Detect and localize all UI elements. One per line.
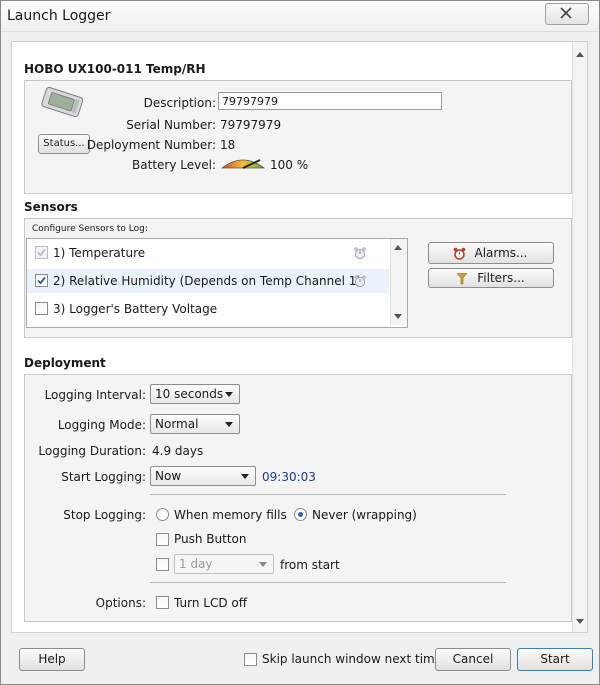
sensor-checkbox-battery-voltage[interactable]: [35, 302, 48, 315]
options-label: Options:: [95, 596, 146, 610]
close-button[interactable]: [545, 3, 589, 25]
divider: [150, 582, 506, 583]
stop-after-duration-checkbox[interactable]: [156, 558, 169, 571]
serial-number-value: 79797979: [220, 118, 282, 132]
window-title: Launch Logger: [7, 8, 111, 24]
list-item[interactable]: 1) Temperature: [27, 241, 389, 265]
battery-level-label: Battery Level:: [132, 158, 216, 172]
deployment-box: [24, 374, 572, 622]
launch-logger-window: Launch Logger HOBO UX100-011 Temp/RH Sta…: [0, 0, 600, 685]
sensor-label: 3) Logger's Battery Voltage: [53, 302, 218, 316]
sensor-label: 2) Relative Humidity (Depends on Temp Ch…: [53, 274, 362, 288]
configure-sensors-label: Configure Sensors to Log:: [32, 224, 148, 234]
alarm-bell-icon: [354, 247, 366, 260]
filters-button[interactable]: Filters...: [428, 268, 554, 288]
chevron-down-icon: [241, 474, 249, 479]
alarm-bell-icon: [354, 275, 366, 288]
scroll-down-icon[interactable]: [394, 314, 402, 319]
skip-launch-window-checkbox[interactable]: [244, 653, 257, 666]
description-label: Description:: [143, 96, 216, 110]
alarm-clock-icon: [453, 247, 466, 260]
device-name: HOBO UX100-011 Temp/RH: [24, 62, 206, 76]
sensor-list-scrollbar[interactable]: [390, 239, 407, 325]
title-bar: Launch Logger: [1, 1, 599, 32]
main-scrollbar[interactable]: [572, 42, 587, 632]
stop-never-wrapping-label: Never (wrapping): [312, 508, 417, 522]
stop-duration-select: 1 day: [174, 554, 274, 574]
logging-mode-select[interactable]: Normal: [150, 414, 240, 434]
scroll-up-icon[interactable]: [576, 52, 584, 57]
list-item[interactable]: 2) Relative Humidity (Depends on Temp Ch…: [27, 269, 389, 293]
start-time-value: 09:30:03: [262, 470, 316, 484]
close-icon: [560, 7, 572, 19]
deployment-number-value: 18: [220, 138, 236, 152]
stop-never-wrapping-radio[interactable]: [294, 508, 307, 521]
stop-duration-value: 1 day: [179, 557, 213, 571]
filters-button-label: Filters...: [477, 271, 525, 285]
logging-duration-value: 4.9 days: [152, 444, 204, 458]
sensor-checkbox-temperature: [35, 246, 48, 259]
start-logging-label: Start Logging:: [61, 470, 146, 484]
alarms-button[interactable]: Alarms...: [428, 242, 554, 264]
turn-lcd-off-label: Turn LCD off: [174, 596, 247, 610]
description-field[interactable]: [218, 92, 442, 110]
logger-device-icon: [41, 86, 84, 118]
chevron-down-icon: [225, 422, 233, 427]
skip-launch-window-label: Skip launch window next time: [262, 652, 443, 666]
logging-mode-value: Normal: [155, 417, 199, 431]
start-button[interactable]: Start: [517, 648, 593, 671]
stop-when-memory-fills-radio[interactable]: [156, 508, 169, 521]
chevron-down-icon: [225, 392, 233, 397]
start-logging-value: Now: [155, 469, 182, 483]
logging-interval-select[interactable]: 10 seconds: [150, 384, 240, 404]
battery-level-value: 100 %: [270, 158, 309, 172]
alarms-button-label: Alarms...: [474, 246, 528, 260]
filter-funnel-icon: [457, 273, 467, 285]
push-button-checkbox[interactable]: [156, 533, 169, 546]
logging-mode-label: Logging Mode:: [57, 418, 146, 432]
logging-interval-value: 10 seconds: [155, 387, 224, 401]
logging-interval-label: Logging Interval:: [44, 388, 146, 402]
start-logging-select[interactable]: Now: [150, 466, 256, 486]
sensors-section-title: Sensors: [24, 200, 78, 214]
list-item[interactable]: 3) Logger's Battery Voltage: [27, 297, 389, 321]
scroll-up-icon[interactable]: [394, 245, 402, 250]
logging-duration-label: Logging Duration:: [38, 444, 146, 458]
sensor-label: 1) Temperature: [53, 246, 146, 260]
divider: [150, 494, 506, 495]
help-button[interactable]: Help: [19, 648, 85, 671]
cancel-button[interactable]: Cancel: [435, 648, 511, 671]
chevron-down-icon: [259, 562, 267, 567]
scroll-down-icon[interactable]: [576, 619, 584, 624]
push-button-label: Push Button: [174, 532, 247, 546]
settings-panel: HOBO UX100-011 Temp/RH Status... Descrip…: [11, 41, 588, 633]
stop-when-memory-fills-label: When memory fills: [174, 508, 287, 522]
battery-gauge-icon: [220, 159, 266, 169]
from-start-label: from start: [280, 558, 340, 572]
sensor-checkbox-humidity[interactable]: [35, 274, 48, 287]
stop-logging-label: Stop Logging:: [63, 508, 146, 522]
sensor-list: 1) Temperature 2) Relative Humidity (Dep…: [26, 238, 408, 328]
deployment-section-title: Deployment: [24, 356, 106, 370]
serial-number-label: Serial Number:: [126, 118, 216, 132]
deployment-number-label: Deployment Number:: [86, 138, 216, 152]
turn-lcd-off-checkbox[interactable]: [156, 596, 169, 609]
